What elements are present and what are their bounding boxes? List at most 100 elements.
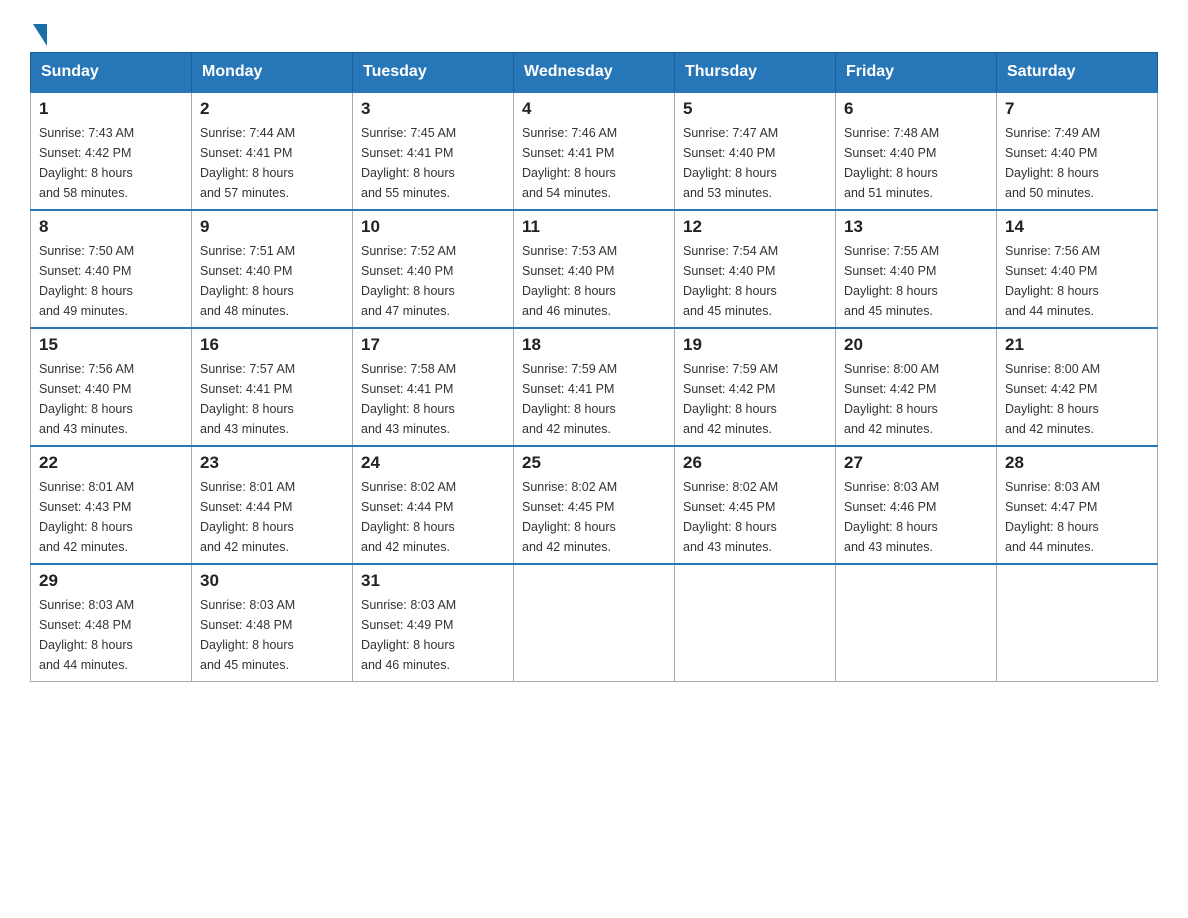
logo-arrow-icon — [33, 24, 47, 46]
day-info: Sunrise: 7:57 AM Sunset: 4:41 PM Dayligh… — [200, 359, 344, 439]
calendar-cell: 4 Sunrise: 7:46 AM Sunset: 4:41 PM Dayli… — [514, 92, 675, 210]
day-number: 11 — [522, 217, 666, 237]
day-number: 28 — [1005, 453, 1149, 473]
page-header — [30, 20, 1158, 42]
calendar-cell: 15 Sunrise: 7:56 AM Sunset: 4:40 PM Dayl… — [31, 328, 192, 446]
calendar-cell — [675, 564, 836, 682]
calendar-week-row: 15 Sunrise: 7:56 AM Sunset: 4:40 PM Dayl… — [31, 328, 1158, 446]
day-info: Sunrise: 7:59 AM Sunset: 4:41 PM Dayligh… — [522, 359, 666, 439]
day-number: 29 — [39, 571, 183, 591]
day-number: 12 — [683, 217, 827, 237]
calendar-cell: 8 Sunrise: 7:50 AM Sunset: 4:40 PM Dayli… — [31, 210, 192, 328]
calendar-cell: 16 Sunrise: 7:57 AM Sunset: 4:41 PM Dayl… — [192, 328, 353, 446]
day-info: Sunrise: 7:54 AM Sunset: 4:40 PM Dayligh… — [683, 241, 827, 321]
day-number: 9 — [200, 217, 344, 237]
day-header-thursday: Thursday — [675, 53, 836, 93]
calendar-cell — [514, 564, 675, 682]
day-info: Sunrise: 7:56 AM Sunset: 4:40 PM Dayligh… — [39, 359, 183, 439]
day-number: 15 — [39, 335, 183, 355]
day-info: Sunrise: 7:45 AM Sunset: 4:41 PM Dayligh… — [361, 123, 505, 203]
day-number: 10 — [361, 217, 505, 237]
calendar-cell: 28 Sunrise: 8:03 AM Sunset: 4:47 PM Dayl… — [997, 446, 1158, 564]
day-info: Sunrise: 8:01 AM Sunset: 4:44 PM Dayligh… — [200, 477, 344, 557]
calendar-cell: 30 Sunrise: 8:03 AM Sunset: 4:48 PM Dayl… — [192, 564, 353, 682]
day-number: 18 — [522, 335, 666, 355]
day-number: 30 — [200, 571, 344, 591]
day-number: 19 — [683, 335, 827, 355]
calendar-week-row: 29 Sunrise: 8:03 AM Sunset: 4:48 PM Dayl… — [31, 564, 1158, 682]
day-number: 21 — [1005, 335, 1149, 355]
day-info: Sunrise: 8:03 AM Sunset: 4:46 PM Dayligh… — [844, 477, 988, 557]
day-info: Sunrise: 8:00 AM Sunset: 4:42 PM Dayligh… — [1005, 359, 1149, 439]
calendar-cell: 12 Sunrise: 7:54 AM Sunset: 4:40 PM Dayl… — [675, 210, 836, 328]
day-number: 6 — [844, 99, 988, 119]
calendar-cell: 11 Sunrise: 7:53 AM Sunset: 4:40 PM Dayl… — [514, 210, 675, 328]
day-number: 5 — [683, 99, 827, 119]
calendar-week-row: 22 Sunrise: 8:01 AM Sunset: 4:43 PM Dayl… — [31, 446, 1158, 564]
day-number: 8 — [39, 217, 183, 237]
calendar-cell: 25 Sunrise: 8:02 AM Sunset: 4:45 PM Dayl… — [514, 446, 675, 564]
day-header-friday: Friday — [836, 53, 997, 93]
day-header-sunday: Sunday — [31, 53, 192, 93]
calendar-week-row: 8 Sunrise: 7:50 AM Sunset: 4:40 PM Dayli… — [31, 210, 1158, 328]
calendar-cell: 27 Sunrise: 8:03 AM Sunset: 4:46 PM Dayl… — [836, 446, 997, 564]
day-number: 13 — [844, 217, 988, 237]
day-info: Sunrise: 7:44 AM Sunset: 4:41 PM Dayligh… — [200, 123, 344, 203]
day-number: 3 — [361, 99, 505, 119]
day-header-saturday: Saturday — [997, 53, 1158, 93]
day-info: Sunrise: 7:46 AM Sunset: 4:41 PM Dayligh… — [522, 123, 666, 203]
calendar-cell — [836, 564, 997, 682]
day-header-monday: Monday — [192, 53, 353, 93]
day-number: 20 — [844, 335, 988, 355]
calendar-cell: 18 Sunrise: 7:59 AM Sunset: 4:41 PM Dayl… — [514, 328, 675, 446]
day-info: Sunrise: 8:03 AM Sunset: 4:47 PM Dayligh… — [1005, 477, 1149, 557]
logo — [30, 20, 47, 42]
calendar-cell: 7 Sunrise: 7:49 AM Sunset: 4:40 PM Dayli… — [997, 92, 1158, 210]
day-number: 22 — [39, 453, 183, 473]
day-number: 16 — [200, 335, 344, 355]
day-info: Sunrise: 7:53 AM Sunset: 4:40 PM Dayligh… — [522, 241, 666, 321]
day-info: Sunrise: 8:02 AM Sunset: 4:45 PM Dayligh… — [683, 477, 827, 557]
day-number: 7 — [1005, 99, 1149, 119]
day-info: Sunrise: 8:03 AM Sunset: 4:49 PM Dayligh… — [361, 595, 505, 675]
calendar-cell: 14 Sunrise: 7:56 AM Sunset: 4:40 PM Dayl… — [997, 210, 1158, 328]
calendar-cell: 6 Sunrise: 7:48 AM Sunset: 4:40 PM Dayli… — [836, 92, 997, 210]
calendar-cell: 9 Sunrise: 7:51 AM Sunset: 4:40 PM Dayli… — [192, 210, 353, 328]
calendar-cell: 20 Sunrise: 8:00 AM Sunset: 4:42 PM Dayl… — [836, 328, 997, 446]
day-number: 1 — [39, 99, 183, 119]
calendar-table: SundayMondayTuesdayWednesdayThursdayFrid… — [30, 52, 1158, 682]
calendar-cell: 21 Sunrise: 8:00 AM Sunset: 4:42 PM Dayl… — [997, 328, 1158, 446]
day-header-wednesday: Wednesday — [514, 53, 675, 93]
day-number: 2 — [200, 99, 344, 119]
day-info: Sunrise: 8:01 AM Sunset: 4:43 PM Dayligh… — [39, 477, 183, 557]
day-info: Sunrise: 8:00 AM Sunset: 4:42 PM Dayligh… — [844, 359, 988, 439]
calendar-header-row: SundayMondayTuesdayWednesdayThursdayFrid… — [31, 53, 1158, 93]
day-number: 4 — [522, 99, 666, 119]
day-info: Sunrise: 7:48 AM Sunset: 4:40 PM Dayligh… — [844, 123, 988, 203]
day-number: 23 — [200, 453, 344, 473]
day-info: Sunrise: 7:43 AM Sunset: 4:42 PM Dayligh… — [39, 123, 183, 203]
calendar-cell: 5 Sunrise: 7:47 AM Sunset: 4:40 PM Dayli… — [675, 92, 836, 210]
day-number: 25 — [522, 453, 666, 473]
day-number: 27 — [844, 453, 988, 473]
day-info: Sunrise: 7:59 AM Sunset: 4:42 PM Dayligh… — [683, 359, 827, 439]
calendar-cell — [997, 564, 1158, 682]
day-number: 17 — [361, 335, 505, 355]
day-number: 14 — [1005, 217, 1149, 237]
day-info: Sunrise: 7:55 AM Sunset: 4:40 PM Dayligh… — [844, 241, 988, 321]
calendar-week-row: 1 Sunrise: 7:43 AM Sunset: 4:42 PM Dayli… — [31, 92, 1158, 210]
day-info: Sunrise: 8:02 AM Sunset: 4:44 PM Dayligh… — [361, 477, 505, 557]
calendar-cell: 17 Sunrise: 7:58 AM Sunset: 4:41 PM Dayl… — [353, 328, 514, 446]
day-header-tuesday: Tuesday — [353, 53, 514, 93]
day-number: 24 — [361, 453, 505, 473]
day-info: Sunrise: 7:52 AM Sunset: 4:40 PM Dayligh… — [361, 241, 505, 321]
calendar-cell: 23 Sunrise: 8:01 AM Sunset: 4:44 PM Dayl… — [192, 446, 353, 564]
calendar-cell: 31 Sunrise: 8:03 AM Sunset: 4:49 PM Dayl… — [353, 564, 514, 682]
day-info: Sunrise: 8:02 AM Sunset: 4:45 PM Dayligh… — [522, 477, 666, 557]
calendar-cell: 1 Sunrise: 7:43 AM Sunset: 4:42 PM Dayli… — [31, 92, 192, 210]
day-info: Sunrise: 7:56 AM Sunset: 4:40 PM Dayligh… — [1005, 241, 1149, 321]
day-info: Sunrise: 7:51 AM Sunset: 4:40 PM Dayligh… — [200, 241, 344, 321]
calendar-cell: 3 Sunrise: 7:45 AM Sunset: 4:41 PM Dayli… — [353, 92, 514, 210]
day-number: 26 — [683, 453, 827, 473]
day-info: Sunrise: 7:58 AM Sunset: 4:41 PM Dayligh… — [361, 359, 505, 439]
